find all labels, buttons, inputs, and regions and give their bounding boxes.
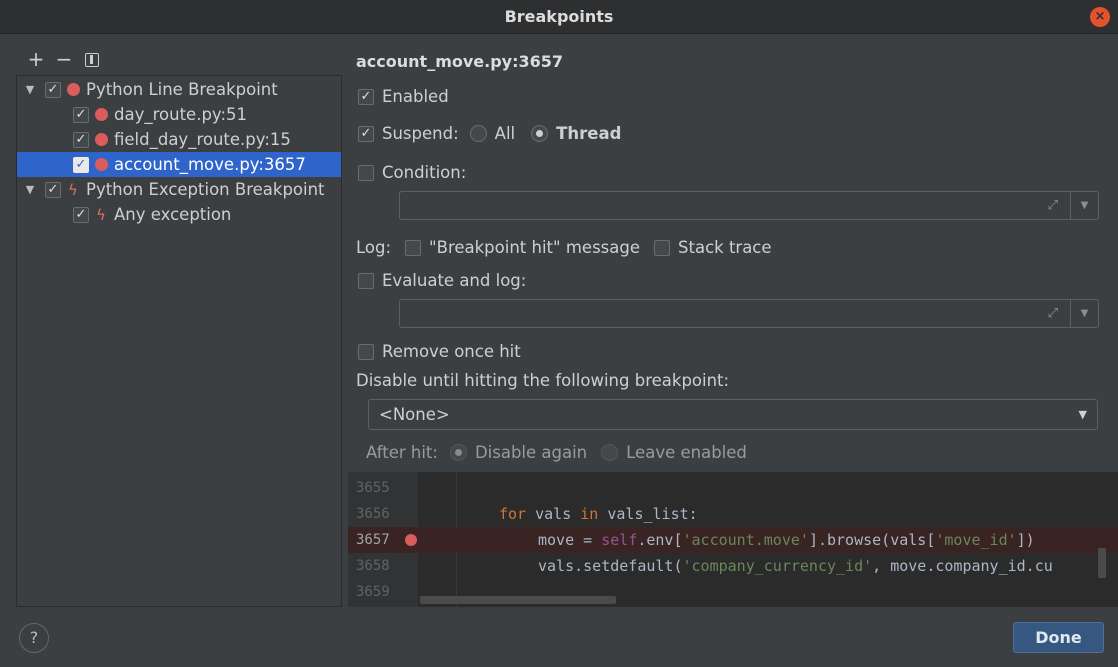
tree-label: Python Exception Breakpoint [86,180,325,199]
close-button[interactable]: × [1090,7,1110,27]
enabled-checkbox[interactable] [358,88,374,105]
chevron-down-icon[interactable]: ▼ [23,83,37,96]
log-message-label: "Breakpoint hit" message [429,238,641,257]
suspend-label: Suspend: [382,124,459,143]
help-button[interactable]: ? [19,623,49,653]
evaluate-input[interactable]: ⤢ ▼ [399,299,1099,328]
stack-trace-label: Stack trace [678,238,772,257]
disable-again-label: Disable again [474,443,588,462]
item-checkbox[interactable] [73,106,89,123]
condition-checkbox[interactable] [358,164,374,181]
horizontal-scrollbar[interactable] [420,596,616,604]
code-line: 3658 vals.setdefault('company_currency_i… [348,553,1118,579]
suspend-thread-radio[interactable] [531,125,549,142]
group-checkbox[interactable] [45,181,61,198]
tree-group-python-line[interactable]: ▼ Python Line Breakpoint [17,77,341,102]
enabled-label: Enabled [382,87,449,106]
remove-once-checkbox[interactable] [358,343,374,360]
disable-until-row: Disable until hitting the following brea… [356,371,729,390]
breakpoint-dot-icon [95,133,108,146]
line-number: 3657 [356,532,390,548]
tree-item-selected[interactable]: account_move.py:3657 [17,152,341,177]
breakpoint-dot-icon [67,83,80,96]
enabled-row: Enabled [358,87,449,106]
disable-until-value: <None> [379,405,450,424]
tree-item[interactable]: day_route.py:51 [17,102,341,127]
item-checkbox[interactable] [73,206,89,223]
breakpoints-tree: ▼ Python Line Breakpoint day_route.py:51… [16,75,342,607]
lightning-icon: ϟ [96,205,106,224]
tree-label: account_move.py:3657 [114,155,306,174]
dropdown-arrow-icon[interactable]: ▼ [1070,300,1098,327]
code-text: vals.setdefault('company_currency_id', m… [538,557,1053,575]
suspend-checkbox[interactable] [358,125,374,142]
line-number: 3658 [356,558,390,574]
code-line: 3655 [348,475,1118,501]
expand-icon[interactable]: ⤢ [1048,306,1058,321]
line-number: 3656 [356,506,390,522]
condition-row: Condition: [358,163,466,182]
item-checkbox[interactable] [73,131,89,148]
code-text: for vals in vals_list: [499,505,698,523]
chevron-down-icon[interactable]: ▼ [23,183,37,196]
disable-until-label: Disable until hitting the following brea… [356,371,730,390]
log-row: Log: "Breakpoint hit" message Stack trac… [356,238,772,257]
remove-once-row: Remove once hit [358,342,521,361]
group-icon [85,52,99,67]
tree-label: day_route.py:51 [114,105,248,124]
condition-input[interactable]: ⤢ ▼ [399,191,1099,220]
evaluate-row: Evaluate and log: [358,271,526,290]
remove-breakpoint-button[interactable]: − [50,46,78,72]
code-line: 3656 for vals in vals_list: [348,501,1118,527]
breakpoint-dot-icon [95,158,108,171]
lightning-icon: ϟ [68,180,78,199]
suspend-all-radio[interactable] [469,125,487,142]
item-checkbox[interactable] [73,156,89,173]
code-text: move = self.env['account.move'].browse(v… [538,531,1035,549]
title-bar: Breakpoints × [0,0,1118,34]
suspend-thread-label: Thread [556,124,622,143]
suspend-all-label: All [494,124,516,143]
leave-enabled-radio[interactable] [601,444,619,461]
line-number: 3659 [356,584,390,600]
group-by-file-button[interactable] [78,46,106,72]
log-message-checkbox[interactable] [405,239,422,256]
add-breakpoint-button[interactable]: + [22,46,50,72]
expand-icon[interactable]: ⤢ [1048,198,1058,213]
disable-again-radio[interactable] [449,444,467,461]
tree-label: Any exception [114,205,232,224]
code-line-breakpoint: 3657 move = self.env['account.move'].bro… [348,527,1118,553]
log-label: Log: [356,238,392,257]
after-hit-row: After hit: Disable again Leave enabled [366,443,747,462]
vertical-scrollbar[interactable] [1098,548,1106,578]
chevron-down-icon[interactable]: ▼ [1079,400,1087,429]
after-hit-label: After hit: [366,443,438,462]
done-button[interactable]: Done [1013,622,1104,653]
condition-label: Condition: [382,163,467,182]
group-checkbox[interactable] [45,81,61,98]
remove-once-label: Remove once hit [382,342,521,361]
tree-item[interactable]: field_day_route.py:15 [17,127,341,152]
tree-label: Python Line Breakpoint [86,80,278,99]
leave-enabled-label: Leave enabled [626,443,747,462]
suspend-row: Suspend: All Thread [358,124,621,143]
breakpoint-title: account_move.py:3657 [356,52,564,71]
breakpoint-dot-icon [95,108,108,121]
breakpoint-dot-icon[interactable] [405,534,417,546]
code-preview[interactable]: 3655 3656 for vals in vals_list: 3657 mo… [348,472,1118,607]
window-title: Breakpoints [504,7,614,26]
stack-trace-checkbox[interactable] [654,239,671,256]
tree-label: field_day_route.py:15 [114,130,291,149]
evaluate-label: Evaluate and log: [382,271,527,290]
dropdown-arrow-icon[interactable]: ▼ [1070,192,1098,219]
evaluate-checkbox[interactable] [358,272,374,289]
tree-item[interactable]: ϟ Any exception [17,202,341,227]
line-number: 3655 [356,480,390,496]
breakpoints-toolbar: + − [22,46,106,72]
disable-until-select[interactable]: <None> ▼ [368,399,1098,430]
tree-group-python-exception[interactable]: ▼ ϟ Python Exception Breakpoint [17,177,341,202]
